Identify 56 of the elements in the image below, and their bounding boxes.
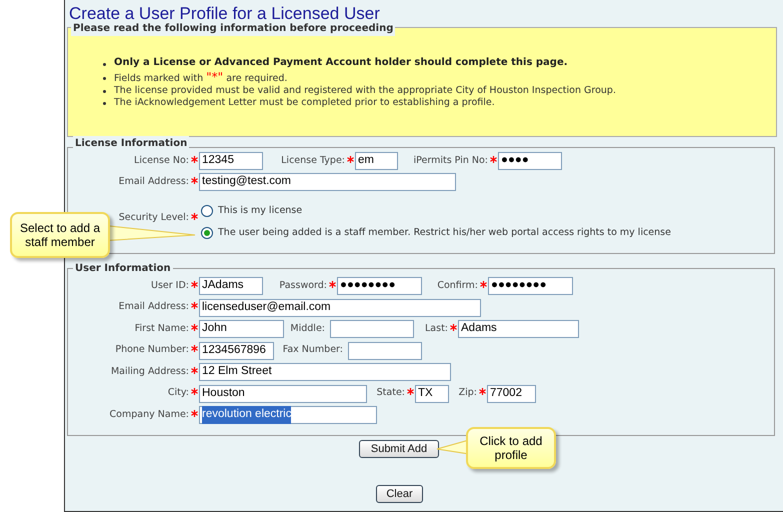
bullet-icon <box>103 90 106 92</box>
field-label: License No: <box>134 154 189 168</box>
input-field[interactable]: em <box>355 152 398 170</box>
input-field[interactable]: John <box>199 320 284 338</box>
bullet-icon <box>103 62 106 66</box>
input-field[interactable]: Adams <box>458 320 579 338</box>
field-label: Mailing Address: <box>110 364 189 379</box>
field-label: Middle: <box>290 322 325 336</box>
field-label: Security Level: <box>118 210 189 225</box>
radio-button[interactable] <box>201 227 213 239</box>
field-label: Phone Number: <box>115 343 189 358</box>
input-field[interactable]: 77002 <box>487 384 536 402</box>
input-field[interactable]: 12345 <box>199 152 263 170</box>
field-label: First Name: <box>134 322 189 336</box>
clear-button[interactable]: Clear <box>376 485 423 503</box>
input-field[interactable]: ●●●●●●●● <box>488 277 573 295</box>
notice-text: Fields marked with "*" are required. <box>114 71 288 85</box>
field-label: Confirm: <box>437 278 478 293</box>
submit-add-button[interactable]: Submit Add <box>359 440 439 458</box>
input-field[interactable]: ●●●● <box>498 152 562 170</box>
field-label: Password: <box>279 278 327 293</box>
input-field[interactable] <box>330 320 414 338</box>
field-label: User ID: <box>151 278 189 293</box>
field-label: Fax Number: <box>282 343 343 358</box>
notice-legend: Please read the following information before proceeding <box>71 21 396 36</box>
notice-text: Only a License or Advanced Payment Account holder should complete this page. <box>114 57 568 69</box>
fieldset-legend: License Information <box>73 136 190 151</box>
field-label: Email Address: <box>118 300 189 314</box>
input-field[interactable]: testing@test.com <box>199 173 456 191</box>
field-label: Zip: <box>458 386 477 400</box>
input-field[interactable]: Houston <box>199 384 367 402</box>
input-field[interactable]: licenseduser@email.com <box>199 298 481 316</box>
callout: Click to add profile <box>466 427 556 469</box>
input-field[interactable]: TX <box>415 384 449 402</box>
input-field[interactable] <box>348 342 422 360</box>
field-label: Last: <box>425 322 448 336</box>
bullet-icon <box>103 76 106 80</box>
notice-text: The iAcknowledgement Letter must be completed prior to establishing a profile. <box>114 97 495 109</box>
radio-label: This is my license <box>218 204 302 218</box>
page-title: Create a User Profile for a Licensed User <box>69 3 380 23</box>
radio-button[interactable] <box>201 205 213 217</box>
bullet-icon <box>103 102 106 104</box>
input-field[interactable]: 12 Elm Street <box>199 363 451 381</box>
input-field[interactable]: 1234567896 <box>199 342 274 360</box>
input-field[interactable]: JAdams <box>199 277 263 295</box>
field-label: State: <box>376 386 405 400</box>
radio-label: The user being added is a staff member. Restrict his/her web portal access rights to my license <box>218 226 671 240</box>
field-label: iPermits Pin No: <box>413 154 488 168</box>
callout: Select to add a staff member <box>10 212 110 258</box>
field-label: City: <box>168 386 189 400</box>
notice-text: The license provided must be valid and registered with the appropriate City of Houston Inspection Group. <box>114 85 616 97</box>
field-label: License Type: <box>281 154 345 168</box>
input-field[interactable]: ●●●●●●●● <box>337 277 422 295</box>
input-field[interactable]: revolution electric <box>199 406 377 424</box>
field-label: Company Name: <box>110 408 189 422</box>
field-label: Email Address: <box>118 174 189 189</box>
